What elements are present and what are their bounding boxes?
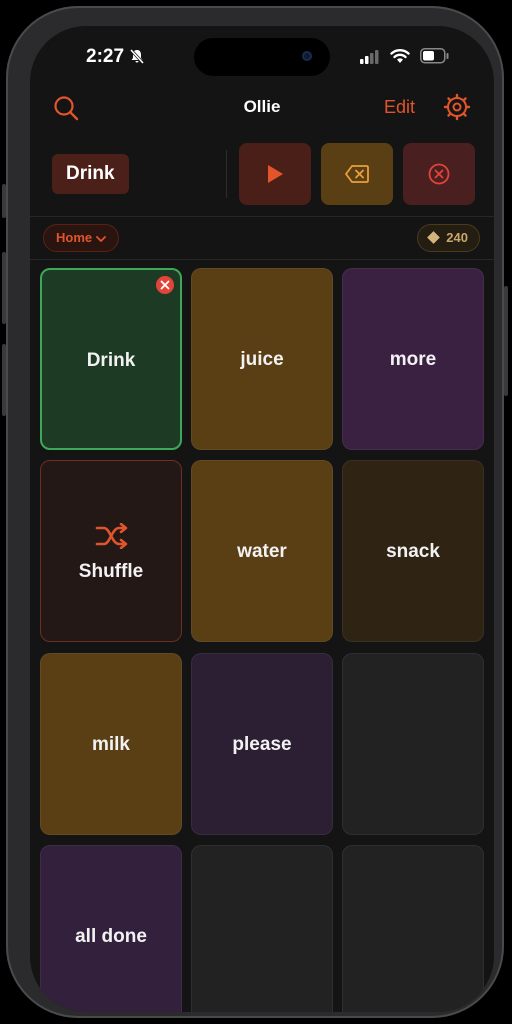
tile-label: Shuffle xyxy=(78,561,144,582)
word-tile[interactable]: juice xyxy=(191,268,333,450)
tile-label: water xyxy=(237,541,287,562)
word-tile[interactable]: Drink xyxy=(40,268,182,450)
mute-switch xyxy=(2,184,6,218)
tile-label: snack xyxy=(386,541,440,562)
empty-tile[interactable] xyxy=(342,653,484,835)
tile-label: milk xyxy=(91,734,131,755)
tile-label: Drink xyxy=(86,350,136,371)
tile-label: more xyxy=(389,349,437,370)
remove-tile-button[interactable] xyxy=(156,276,174,294)
volume-down-button xyxy=(2,344,6,416)
empty-tile[interactable] xyxy=(342,845,484,1012)
word-tile[interactable]: milk xyxy=(40,653,182,835)
word-tile[interactable]: more xyxy=(342,268,484,450)
word-tile[interactable]: snack xyxy=(342,460,484,642)
close-icon xyxy=(160,280,170,290)
word-tile[interactable]: water xyxy=(191,460,333,642)
word-grid: Drink juice more Shuffle water snack mil… xyxy=(30,26,494,1012)
empty-tile[interactable] xyxy=(191,845,333,1012)
shuffle-icon xyxy=(95,523,128,549)
tile-label: please xyxy=(232,734,292,755)
word-tile[interactable]: all done xyxy=(40,845,182,1012)
word-tile[interactable]: please xyxy=(191,653,333,835)
volume-up-button xyxy=(2,252,6,324)
shuffle-tile[interactable]: Shuffle xyxy=(40,460,182,642)
power-button xyxy=(504,286,508,396)
screen: 2:27 Ollie Edit Drink Home 240 Drink jui… xyxy=(30,26,494,1012)
tile-label: all done xyxy=(75,926,147,947)
tile-label: juice xyxy=(240,349,284,370)
phone-frame: 2:27 Ollie Edit Drink Home 240 Drink jui… xyxy=(2,6,508,1018)
